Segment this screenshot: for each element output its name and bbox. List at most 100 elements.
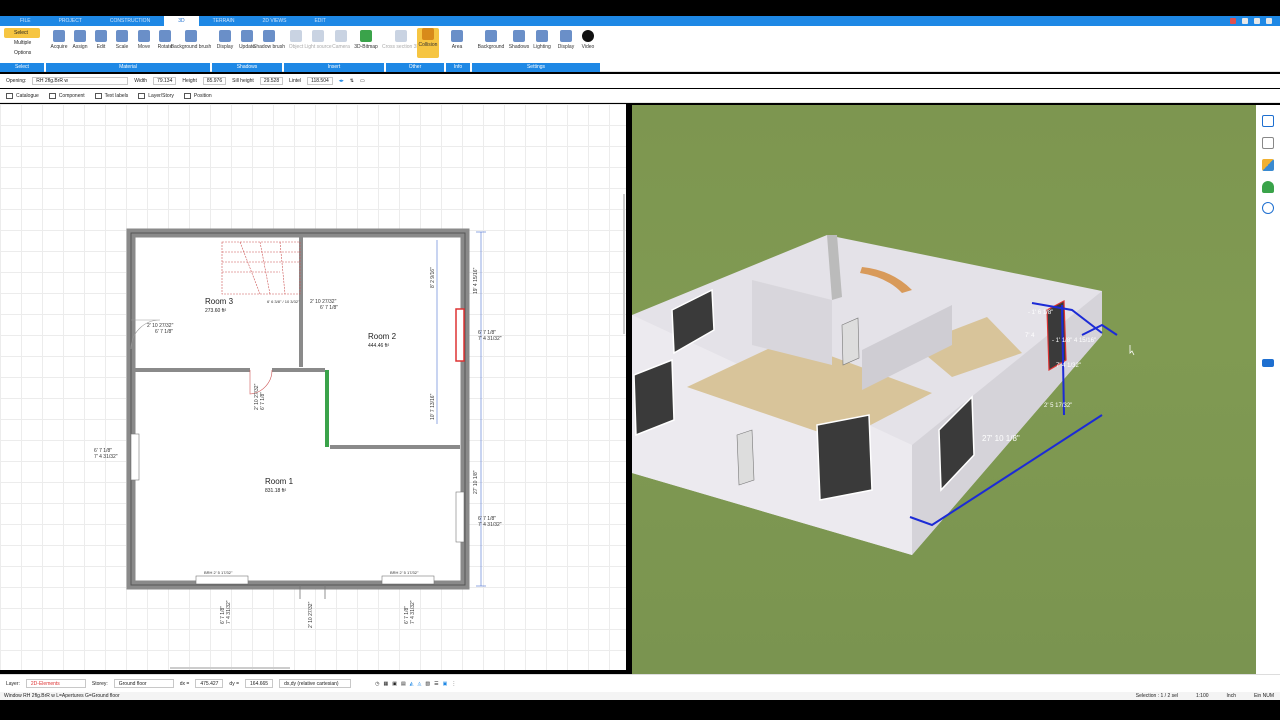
assign-icon: [74, 30, 86, 42]
tab-edit[interactable]: Edit: [300, 16, 339, 26]
3d-house-render: - 1' 6 1/8" 7' 4 - 1' 1/8" 4 15/16" 7' 4…: [632, 235, 1135, 555]
play-icon: [582, 30, 594, 42]
shadows-settings-button[interactable]: Shadows: [508, 30, 530, 50]
material-icon[interactable]: [1262, 159, 1274, 171]
height-field[interactable]: 85.976: [202, 77, 227, 85]
flip-icon[interactable]: ⇅: [350, 78, 354, 84]
snap-active-icon[interactable]: ▣: [443, 681, 448, 687]
snap-ortho-icon[interactable]: ◬: [418, 681, 422, 687]
brush-icon: [185, 30, 197, 42]
window-controls: [1230, 18, 1280, 24]
room1-name: Room 1: [265, 477, 294, 486]
storey-select[interactable]: Ground floor: [113, 679, 174, 688]
snap-line-icon[interactable]: ▤: [401, 681, 406, 687]
restore-icon[interactable]: [1254, 18, 1260, 24]
snap-clock-icon[interactable]: ◷: [375, 681, 379, 687]
tab-file[interactable]: File: [6, 16, 45, 26]
3d-bitmap-button[interactable]: 3D-Bitmap: [354, 30, 378, 50]
sill-height-field[interactable]: 29.528: [259, 77, 284, 85]
cross-section-button[interactable]: Cross section 3D: [382, 30, 420, 50]
scale-button[interactable]: Scale: [111, 30, 133, 50]
options-button[interactable]: Options: [4, 48, 40, 58]
minimize-icon[interactable]: [1230, 18, 1236, 24]
area-button[interactable]: Area: [446, 30, 468, 50]
dy-field[interactable]: 164.665: [245, 679, 274, 688]
dim-3d-label-e: 2' 5 17/32": [1044, 403, 1072, 409]
group-label-material: Material: [46, 63, 210, 72]
position-icon: [183, 92, 191, 99]
dx-field[interactable]: 475.427: [195, 679, 224, 688]
tab-construction[interactable]: Construction: [96, 16, 164, 26]
width-field[interactable]: 79.134: [153, 77, 177, 85]
close-icon[interactable]: [1266, 18, 1272, 24]
layer-select[interactable]: 2D-Elements: [25, 679, 86, 688]
dim-label: 6' 6 3/8" / 10 3/32": [267, 299, 300, 304]
lintel-label: Lintel: [289, 78, 302, 84]
panel-toggle-icon[interactable]: [1262, 359, 1274, 367]
shadow-brush-button[interactable]: Shadow brush: [253, 30, 285, 50]
opening-select[interactable]: RH 2flg.BrR w: [32, 77, 129, 85]
footer-status-text: Window RH 2flg.BrR w L=Apertures G=Groun…: [4, 693, 120, 699]
snap-tools: ◷ ▦ ▣ ▤ ◭ ◬ ▧ ☰ ▣ ⋮: [375, 681, 456, 687]
tab-2d-views[interactable]: 2D Views: [249, 16, 301, 26]
snap-angle-icon[interactable]: ◭: [410, 681, 414, 687]
scale-icon: [116, 30, 128, 42]
tab-catalogue[interactable]: Catalogue: [6, 92, 39, 99]
tab-3d[interactable]: 3D: [164, 16, 199, 26]
move-button[interactable]: Move: [133, 30, 155, 50]
status-bar: Layer: 2D-Elements Storey: Ground floor …: [0, 674, 1280, 692]
window-south-2: [381, 575, 435, 585]
tab-position[interactable]: Position: [183, 92, 212, 99]
acquire-button[interactable]: Acquire: [48, 30, 70, 50]
window-east: [455, 491, 465, 543]
assign-button[interactable]: Assign: [69, 30, 91, 50]
book-icon: [6, 92, 13, 99]
dim-3d-label-d: 7' 4 1/32": [1056, 363, 1081, 369]
maximize-icon[interactable]: [1242, 18, 1248, 24]
snap-more-icon[interactable]: ⋮: [451, 681, 456, 687]
group-label-info: Info: [446, 63, 470, 72]
selected-window[interactable]: [455, 308, 465, 362]
dim-label: 2' 10 27/32": [308, 601, 314, 628]
layers-icon: [138, 92, 146, 99]
plant-icon[interactable]: [1262, 181, 1274, 193]
lighting-button[interactable]: Lighting: [531, 30, 553, 50]
window-south-1: [195, 575, 249, 585]
select-button[interactable]: Select: [4, 28, 40, 38]
light-source-button[interactable]: Light source: [304, 30, 332, 50]
tab-project[interactable]: Project: [45, 16, 96, 26]
snap-point-icon[interactable]: ▣: [392, 681, 397, 687]
multiple-button[interactable]: Multiple: [4, 38, 40, 48]
3d-view[interactable]: - 1' 6 1/8" 7' 4 - 1' 1/8" 4 15/16" 7' 4…: [632, 105, 1256, 674]
comment-icon[interactable]: ▭: [360, 78, 365, 84]
video-button[interactable]: Video: [577, 30, 599, 50]
coordinate-mode-select[interactable]: dx,dy (relative cartesian): [279, 679, 352, 688]
display-shadows-button[interactable]: Display: [214, 30, 236, 50]
tab-component[interactable]: Component: [48, 92, 85, 99]
tab-text-labels[interactable]: Text labels: [94, 92, 128, 99]
dim-label: 7' 4 31/32": [410, 600, 416, 624]
collision-button[interactable]: Collision: [417, 28, 439, 58]
lintel-field[interactable]: 118.504: [307, 77, 333, 85]
snap-midpoint-icon[interactable]: ▧: [425, 681, 430, 687]
dim-3d-label-c: - 1' 1/8" 4 15/16": [1052, 338, 1096, 344]
background-brush-button[interactable]: Background brush: [171, 30, 211, 50]
camera-button[interactable]: Camera: [330, 30, 352, 50]
house-floor: [131, 233, 465, 585]
tab-terrain[interactable]: Terrain: [199, 16, 249, 26]
chair-icon[interactable]: [1262, 137, 1274, 149]
edit-button[interactable]: Edit: [90, 30, 112, 50]
navigation-icon[interactable]: [1262, 202, 1274, 214]
display-settings-button[interactable]: Display: [555, 30, 577, 50]
mirror-icon[interactable]: ◂▸: [339, 78, 344, 84]
ribbon: Select Multiple Options Select Acquire A…: [0, 26, 1280, 72]
layers-icon[interactable]: [1262, 115, 1274, 127]
snap-list-icon[interactable]: ☰: [434, 681, 438, 687]
group-label-insert: Insert: [284, 63, 384, 72]
dim-3d-label-b: 7' 4: [1025, 333, 1035, 339]
snap-grid-icon[interactable]: ▦: [383, 681, 388, 687]
room1-area: 831.18 ft²: [265, 488, 286, 494]
background-button[interactable]: Background: [478, 30, 504, 50]
floor-plan-view[interactable]: Room 3 273.60 ft² Room 2 444.46 ft² Room…: [0, 104, 626, 670]
tab-layer-story[interactable]: Layer/Story: [138, 92, 174, 99]
